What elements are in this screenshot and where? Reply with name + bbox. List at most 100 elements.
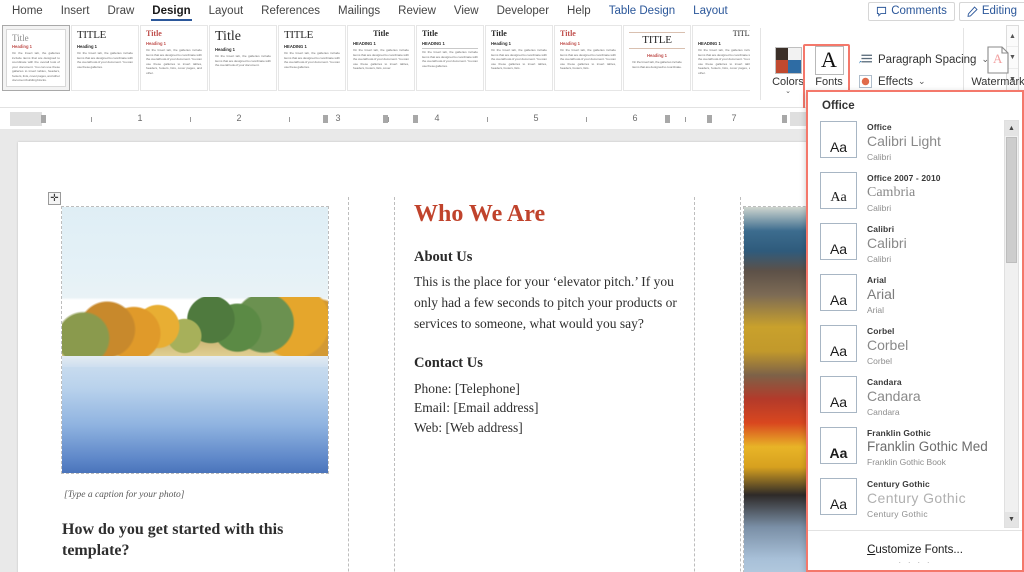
- ruler-tick: [388, 117, 389, 122]
- font-theme-item-arial[interactable]: Aa Arial Arial Arial: [812, 271, 1022, 322]
- font-theme-item-century-gothic[interactable]: Aa Century Gothic Century Gothic Century…: [812, 475, 1022, 526]
- font-theme-name: Arial: [867, 275, 887, 285]
- left-column-heading[interactable]: How do you get started with this templat…: [62, 520, 332, 562]
- tab-references[interactable]: References: [252, 0, 329, 22]
- style-set-thumb[interactable]: Title HEADING 1 On the Insert tab, the g…: [347, 25, 415, 91]
- font-theme-name: Office 2007 - 2010: [867, 173, 941, 183]
- contact-email[interactable]: Email: [Email address]: [414, 398, 682, 418]
- watermark-button[interactable]: A Watermark ⌄: [970, 46, 1024, 96]
- tab-home[interactable]: Home: [0, 0, 52, 22]
- tab-developer[interactable]: Developer: [488, 0, 558, 22]
- ruler-indent-marker[interactable]: [41, 115, 46, 123]
- font-theme-body-font: Century Gothic: [867, 508, 928, 519]
- fonts-dropdown-panel[interactable]: Office Aa Office Calibri Light Calibri A…: [806, 90, 1024, 572]
- fonts-dropdown-header: Office: [808, 92, 1022, 118]
- ruler-tab-stop[interactable]: [413, 115, 418, 123]
- style-thumb-heading: Heading 1: [560, 41, 581, 46]
- fonts-dropdown-list[interactable]: Aa Office Calibri Light Calibri Aa Offic…: [808, 118, 1022, 530]
- font-theme-item-franklin-gothic[interactable]: Aa Franklin Gothic Franklin Gothic Med F…: [812, 424, 1022, 475]
- comments-button[interactable]: Comments: [868, 1, 955, 21]
- font-theme-item-office[interactable]: Aa Office Calibri Light Calibri: [812, 118, 1022, 169]
- tab-review[interactable]: Review: [389, 0, 445, 22]
- style-set-thumb[interactable]: TITLE HEADING 1 On the Insert tab, the g…: [692, 25, 750, 91]
- style-thumb-body: On the Insert tab, the galleries include…: [353, 48, 409, 71]
- dropdown-resize-grip[interactable]: · · · ·: [808, 558, 1022, 567]
- tab-insert[interactable]: Insert: [52, 0, 99, 22]
- font-preview-icon: Aa: [820, 274, 857, 311]
- table-move-handle-icon[interactable]: ✛: [48, 192, 61, 205]
- style-thumb-heading: Heading 1: [12, 44, 33, 49]
- tab-design[interactable]: Design: [143, 0, 199, 22]
- tab-help[interactable]: Help: [558, 0, 600, 22]
- lake-photo[interactable]: [61, 206, 329, 474]
- ruler-tab-stop[interactable]: [323, 115, 328, 123]
- contact-web[interactable]: Web: [Web address]: [414, 418, 682, 438]
- style-thumb-body: On the Insert tab, the galleries include…: [284, 51, 340, 69]
- ruler-tab-stop[interactable]: [665, 115, 670, 123]
- style-thumb-heading: Heading 1: [146, 41, 167, 46]
- effects-caret-icon[interactable]: ⌄: [918, 76, 926, 87]
- effects-circle-icon: [859, 75, 872, 88]
- font-A-icon: A: [814, 45, 844, 75]
- font-theme-item-calibri[interactable]: Aa Calibri Calibri Calibri: [812, 220, 1022, 271]
- scrollbar-thumb[interactable]: [1006, 137, 1017, 263]
- style-set-thumb[interactable]: Title Heading 1 On the Insert tab, the g…: [140, 25, 208, 91]
- style-set-thumb[interactable]: TITLE Heading 1 On the Insert tab, the g…: [623, 25, 691, 91]
- style-thumb-body: On the Insert tab, the galleries include…: [12, 51, 60, 83]
- style-set-thumb[interactable]: Title Heading 1 On the Insert tab, the g…: [209, 25, 277, 91]
- tab-layout[interactable]: Layout: [200, 0, 253, 22]
- style-thumb-heading: HEADING 1: [353, 41, 376, 46]
- fonts-button[interactable]: A Fonts ⌄: [806, 45, 852, 96]
- style-set-thumb[interactable]: TITLE HEADING 1 On the Insert tab, the g…: [278, 25, 346, 91]
- scrollbar-gutter[interactable]: [1005, 263, 1018, 512]
- font-preview-icon: Aa: [820, 223, 857, 260]
- ruler-tick: [586, 117, 587, 122]
- scroll-down-arrow-icon[interactable]: ▼: [1005, 512, 1018, 527]
- style-thumb-heading: Heading 1: [77, 44, 98, 49]
- font-theme-name: Century Gothic: [867, 479, 930, 489]
- middle-column[interactable]: Who We Are About Us This is the place fo…: [414, 200, 682, 437]
- gallery-scroll-up-button[interactable]: ▲: [1007, 26, 1018, 48]
- ruler-tick: [91, 117, 92, 122]
- page-title[interactable]: Who We Are: [414, 200, 682, 229]
- style-set-thumb[interactable]: TITLE Heading 1 On the Insert tab, the g…: [71, 25, 139, 91]
- ruler-number: 6: [632, 113, 638, 123]
- tab-draw[interactable]: Draw: [98, 0, 143, 22]
- tab-table-design[interactable]: Table Design: [600, 0, 684, 22]
- font-preview-icon: Aa: [820, 427, 857, 464]
- customize-fonts-button[interactable]: Customize Fonts...: [867, 544, 963, 556]
- fonts-label: Fonts: [815, 76, 843, 88]
- tab-view[interactable]: View: [445, 0, 488, 22]
- style-thumb-title: TITLE: [77, 29, 107, 41]
- style-set-thumb[interactable]: Title Heading 1 On the Insert tab, the g…: [485, 25, 553, 91]
- style-thumb-title: TITLE: [642, 34, 672, 46]
- colors-caret-icon[interactable]: ⌄: [785, 88, 791, 96]
- column-boundary: [348, 197, 349, 572]
- style-set-thumb[interactable]: Title Heading 1 On the Insert tab, the g…: [2, 25, 70, 91]
- ruler-tab-stop[interactable]: [383, 115, 388, 123]
- contact-us-heading[interactable]: Contact Us: [414, 355, 682, 372]
- font-theme-body-font: Franklin Gothic Book: [867, 456, 946, 467]
- ruler-tab-stop[interactable]: [707, 115, 712, 123]
- tab-mailings[interactable]: Mailings: [329, 0, 389, 22]
- style-set-thumb[interactable]: Title HEADING 1 On the Insert tab, the g…: [416, 25, 484, 91]
- font-theme-item-candara[interactable]: Aa Candara Candara Candara: [812, 373, 1022, 424]
- tab-table-layout[interactable]: Layout: [684, 0, 737, 22]
- fonts-dropdown-scrollbar[interactable]: ▲ ▼: [1004, 120, 1019, 528]
- font-theme-item-corbel[interactable]: Aa Corbel Corbel Corbel: [812, 322, 1022, 373]
- photo-caption[interactable]: [Type a caption for your photo]: [64, 490, 364, 500]
- scroll-up-arrow-icon[interactable]: ▲: [1005, 121, 1018, 136]
- comment-bubble-icon: [877, 6, 887, 17]
- contact-phone[interactable]: Phone: [Telephone]: [414, 379, 682, 399]
- style-thumb-body: On the Insert tab, the galleries include…: [491, 48, 547, 71]
- font-theme-item-office-2007-2010[interactable]: Aa Office 2007 - 2010 Cambria Calibri: [812, 169, 1022, 220]
- style-set-gallery[interactable]: Title Heading 1 On the Insert tab, the g…: [2, 25, 750, 91]
- colors-button[interactable]: Colors ⌄: [765, 46, 811, 96]
- ruler-right-indent[interactable]: [782, 115, 787, 123]
- editing-button[interactable]: Editing: [958, 1, 1024, 21]
- effects-button[interactable]: Effects ⌄: [858, 75, 926, 88]
- about-us-body[interactable]: This is the place for your ‘elevator pit…: [414, 272, 682, 335]
- about-us-heading[interactable]: About Us: [414, 249, 682, 266]
- style-set-thumb[interactable]: Title Heading 1 On the Insert tab, the g…: [554, 25, 622, 91]
- font-theme-heading-font: Franklin Gothic Med: [867, 439, 988, 454]
